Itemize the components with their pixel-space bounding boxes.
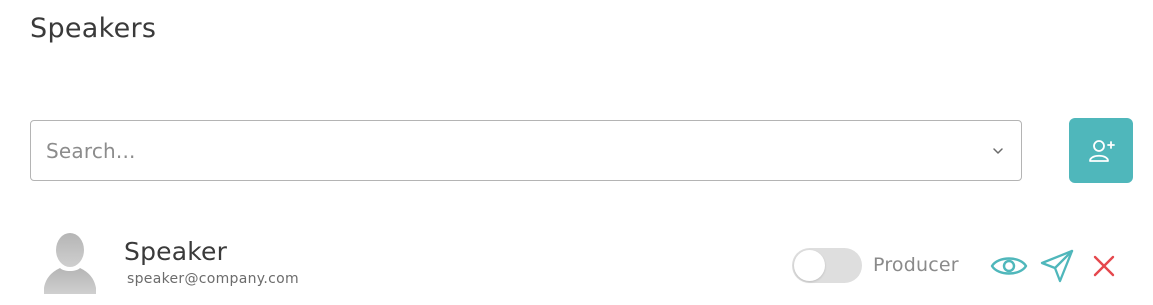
send-icon[interactable] (1039, 248, 1075, 284)
search-placeholder[interactable]: Search... (46, 139, 136, 163)
speaker-name: Speaker (124, 237, 228, 266)
close-icon[interactable] (1092, 254, 1116, 278)
page-title: Speakers (30, 13, 157, 44)
add-user-icon (1089, 139, 1115, 162)
producer-toggle[interactable] (792, 248, 862, 283)
search-select[interactable]: Search... (30, 120, 1022, 181)
speakers-panel: Speakers Search... Speaker speaker@compa… (0, 0, 1153, 305)
chevron-down-icon[interactable] (991, 145, 1005, 157)
eye-icon[interactable] (990, 252, 1028, 280)
producer-label: Producer (873, 254, 959, 276)
speaker-email: speaker@company.com (127, 271, 299, 287)
user-avatar-icon (44, 233, 96, 294)
toggle-knob[interactable] (794, 250, 825, 281)
add-speaker-button[interactable] (1069, 118, 1133, 183)
